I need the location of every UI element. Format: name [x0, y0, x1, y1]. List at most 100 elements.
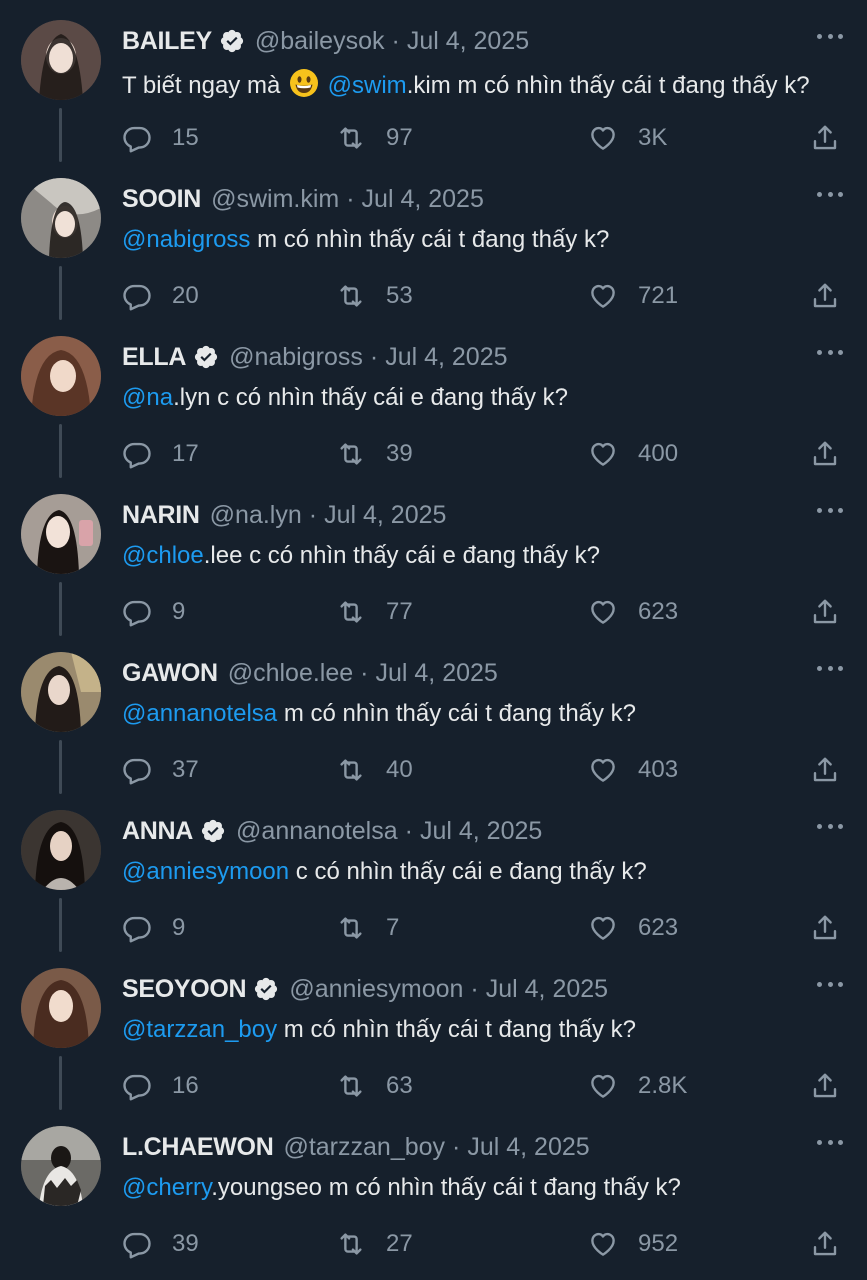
- display-name[interactable]: NARIN: [122, 501, 200, 530]
- reply-button[interactable]: 15: [122, 118, 199, 158]
- like-icon: [591, 442, 615, 466]
- reply-button[interactable]: 39: [122, 1224, 199, 1264]
- retweet-button[interactable]: 53: [336, 276, 413, 316]
- like-icon: [591, 126, 615, 150]
- avatar[interactable]: [21, 652, 101, 732]
- like-count: 2.8K: [638, 1072, 688, 1099]
- like-button[interactable]: 400: [588, 434, 678, 474]
- mention-link[interactable]: @tarzzan_boy: [122, 1016, 277, 1043]
- retweet-button[interactable]: 97: [336, 118, 413, 158]
- share-button[interactable]: [810, 908, 840, 948]
- mention-link[interactable]: @nabigross: [122, 226, 250, 253]
- handle[interactable]: @chloe.lee: [228, 659, 353, 688]
- share-button[interactable]: [810, 1224, 840, 1264]
- like-button[interactable]: 623: [588, 592, 678, 632]
- display-name[interactable]: ANNA: [122, 817, 193, 846]
- avatar[interactable]: [21, 336, 101, 416]
- retweet-button[interactable]: 63: [336, 1066, 413, 1106]
- more-icon[interactable]: [817, 190, 843, 198]
- mention-link[interactable]: @chloe: [122, 542, 204, 569]
- timestamp[interactable]: Jul 4, 2025: [376, 659, 498, 688]
- like-count: 403: [638, 756, 679, 783]
- like-button[interactable]: 403: [588, 750, 678, 790]
- handle[interactable]: @na.lyn: [210, 501, 302, 530]
- more-icon[interactable]: [817, 822, 843, 830]
- like-button[interactable]: 3K: [588, 118, 667, 158]
- handle[interactable]: @anniesymoon: [289, 975, 463, 1004]
- display-name[interactable]: BAILEY: [122, 27, 212, 56]
- more-icon[interactable]: [817, 980, 843, 988]
- more-icon[interactable]: [817, 32, 843, 40]
- like-button[interactable]: 2.8K: [588, 1066, 687, 1106]
- tweet[interactable]: GAWON @chloe.lee · Jul 4, 2025 @annanote…: [0, 632, 867, 794]
- reply-button[interactable]: 9: [122, 592, 185, 632]
- timestamp[interactable]: Jul 4, 2025: [385, 343, 507, 372]
- like-button[interactable]: 952: [588, 1224, 678, 1264]
- reply-count: 15: [172, 124, 199, 151]
- tweet[interactable]: ELLA @nabigross · Jul 4, 2025 @na.lyn c …: [0, 316, 867, 478]
- timestamp[interactable]: Jul 4, 2025: [467, 1133, 589, 1162]
- timestamp[interactable]: Jul 4, 2025: [362, 185, 484, 214]
- timestamp[interactable]: Jul 4, 2025: [420, 817, 542, 846]
- display-name[interactable]: GAWON: [122, 659, 218, 688]
- retweet-icon: [340, 443, 362, 465]
- like-button[interactable]: 623: [588, 908, 678, 948]
- reply-button[interactable]: 16: [122, 1066, 199, 1106]
- more-icon[interactable]: [817, 664, 843, 672]
- handle[interactable]: @nabigross: [229, 343, 363, 372]
- mention-link[interactable]: @swim: [328, 72, 407, 99]
- share-button[interactable]: [810, 276, 840, 316]
- retweet-button[interactable]: 77: [336, 592, 413, 632]
- display-name[interactable]: ELLA: [122, 343, 186, 372]
- tweet[interactable]: SEOYOON @anniesymoon · Jul 4, 2025 @tarz…: [0, 948, 867, 1110]
- handle[interactable]: @swim.kim: [211, 185, 339, 214]
- reply-button[interactable]: 9: [122, 908, 185, 948]
- handle[interactable]: @baileysok: [255, 27, 385, 56]
- mention-link[interactable]: @cherry: [122, 1174, 211, 1201]
- retweet-button[interactable]: 7: [336, 908, 399, 948]
- tweet[interactable]: BAILEY @baileysok · Jul 4, 2025 T biết n…: [0, 0, 867, 162]
- retweet-icon: [340, 601, 362, 623]
- separator-dot: ·: [369, 342, 379, 371]
- timestamp[interactable]: Jul 4, 2025: [486, 975, 608, 1004]
- reply-button[interactable]: 37: [122, 750, 199, 790]
- retweet-button[interactable]: 40: [336, 750, 413, 790]
- retweet-button[interactable]: 39: [336, 434, 413, 474]
- mention-link[interactable]: @anniesymoon: [122, 858, 289, 885]
- share-button[interactable]: [810, 1066, 840, 1106]
- avatar[interactable]: [21, 178, 101, 258]
- share-button[interactable]: [810, 118, 840, 158]
- avatar[interactable]: [21, 1126, 101, 1206]
- avatar[interactable]: [21, 20, 101, 100]
- share-button[interactable]: [810, 592, 840, 632]
- avatar[interactable]: [21, 968, 101, 1048]
- more-icon[interactable]: [817, 348, 843, 356]
- retweet-button[interactable]: 27: [336, 1224, 413, 1264]
- handle[interactable]: @annanotelsa: [236, 817, 398, 846]
- separator-dot: ·: [346, 184, 355, 213]
- display-name[interactable]: L.CHAEWON: [122, 1133, 274, 1162]
- reply-button[interactable]: 20: [122, 276, 199, 316]
- tweet[interactable]: ANNA @annanotelsa · Jul 4, 2025 @anniesy…: [0, 790, 867, 952]
- avatar[interactable]: [21, 494, 101, 574]
- more-icon[interactable]: [817, 506, 843, 514]
- share-icon: [813, 599, 837, 624]
- more-icon[interactable]: [817, 1138, 843, 1146]
- retweet-count: 97: [386, 124, 413, 151]
- handle[interactable]: @tarzzan_boy: [283, 1133, 445, 1162]
- tweet[interactable]: SOOIN @swim.kim · Jul 4, 2025 @nabigross…: [0, 158, 867, 320]
- like-button[interactable]: 721: [588, 276, 678, 316]
- display-name[interactable]: SOOIN: [122, 185, 201, 214]
- timestamp[interactable]: Jul 4, 2025: [324, 501, 446, 530]
- share-button[interactable]: [810, 434, 840, 474]
- mention-link[interactable]: @annanotelsa: [122, 700, 277, 727]
- tweet-header: NARIN @na.lyn · Jul 4, 2025: [122, 498, 446, 532]
- tweet[interactable]: L.CHAEWON @tarzzan_boy · Jul 4, 2025 @ch…: [0, 1106, 867, 1264]
- reply-button[interactable]: 17: [122, 434, 199, 474]
- mention-link[interactable]: @na: [122, 384, 173, 411]
- display-name[interactable]: SEOYOON: [122, 975, 247, 1004]
- timestamp[interactable]: Jul 4, 2025: [407, 27, 529, 56]
- avatar[interactable]: [21, 810, 101, 890]
- share-button[interactable]: [810, 750, 840, 790]
- tweet[interactable]: NARIN @na.lyn · Jul 4, 2025 @chloe.lee c…: [0, 474, 867, 636]
